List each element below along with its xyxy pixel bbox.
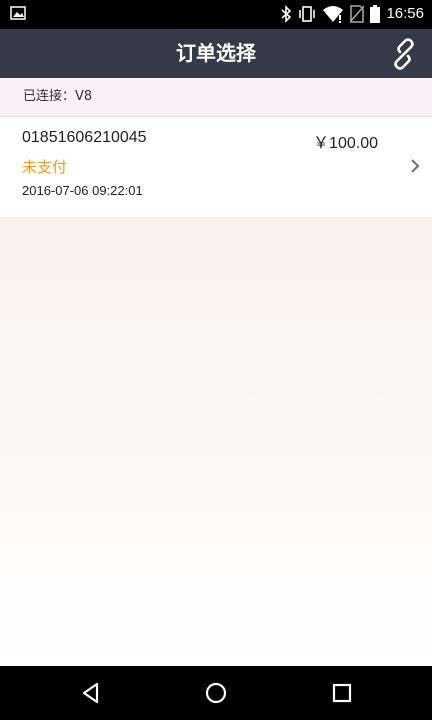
home-button[interactable] [201, 678, 231, 708]
connection-status: 已连接：V8 [23, 89, 93, 104]
recents-button[interactable] [327, 678, 357, 708]
battery-icon [370, 5, 380, 23]
app-bar: 订单选择 [0, 29, 432, 78]
chevron-right-icon [411, 159, 420, 173]
link-button[interactable] [386, 36, 422, 72]
page-title: 订单选择 [176, 41, 256, 65]
home-icon [205, 682, 227, 704]
order-row[interactable]: 01851606210045 ￥100.00 未支付 2016-07-06 09… [0, 117, 432, 218]
navigation-bar [0, 666, 432, 720]
vibrate-icon [299, 6, 315, 22]
link-icon [394, 38, 414, 70]
status-time: 16:56 [386, 5, 424, 22]
no-sim-icon [350, 5, 364, 23]
order-amount: ￥100.00 [313, 135, 378, 152]
order-status: 未支付 [22, 158, 68, 176]
wifi-icon [323, 6, 343, 23]
recents-icon [332, 683, 352, 703]
status-icons [280, 5, 380, 23]
bluetooth-icon [281, 5, 292, 23]
back-icon [82, 682, 99, 704]
status-bar: 16:56 [0, 0, 432, 29]
order-time: 2016-07-06 09:22:01 [22, 183, 143, 198]
back-button[interactable] [76, 678, 106, 708]
connection-status-bar: 已连接：V8 [0, 78, 432, 117]
order-number: 01851606210045 [22, 129, 147, 146]
order-list: 01851606210045 ￥100.00 未支付 2016-07-06 09… [0, 117, 432, 666]
image-icon [10, 6, 26, 20]
